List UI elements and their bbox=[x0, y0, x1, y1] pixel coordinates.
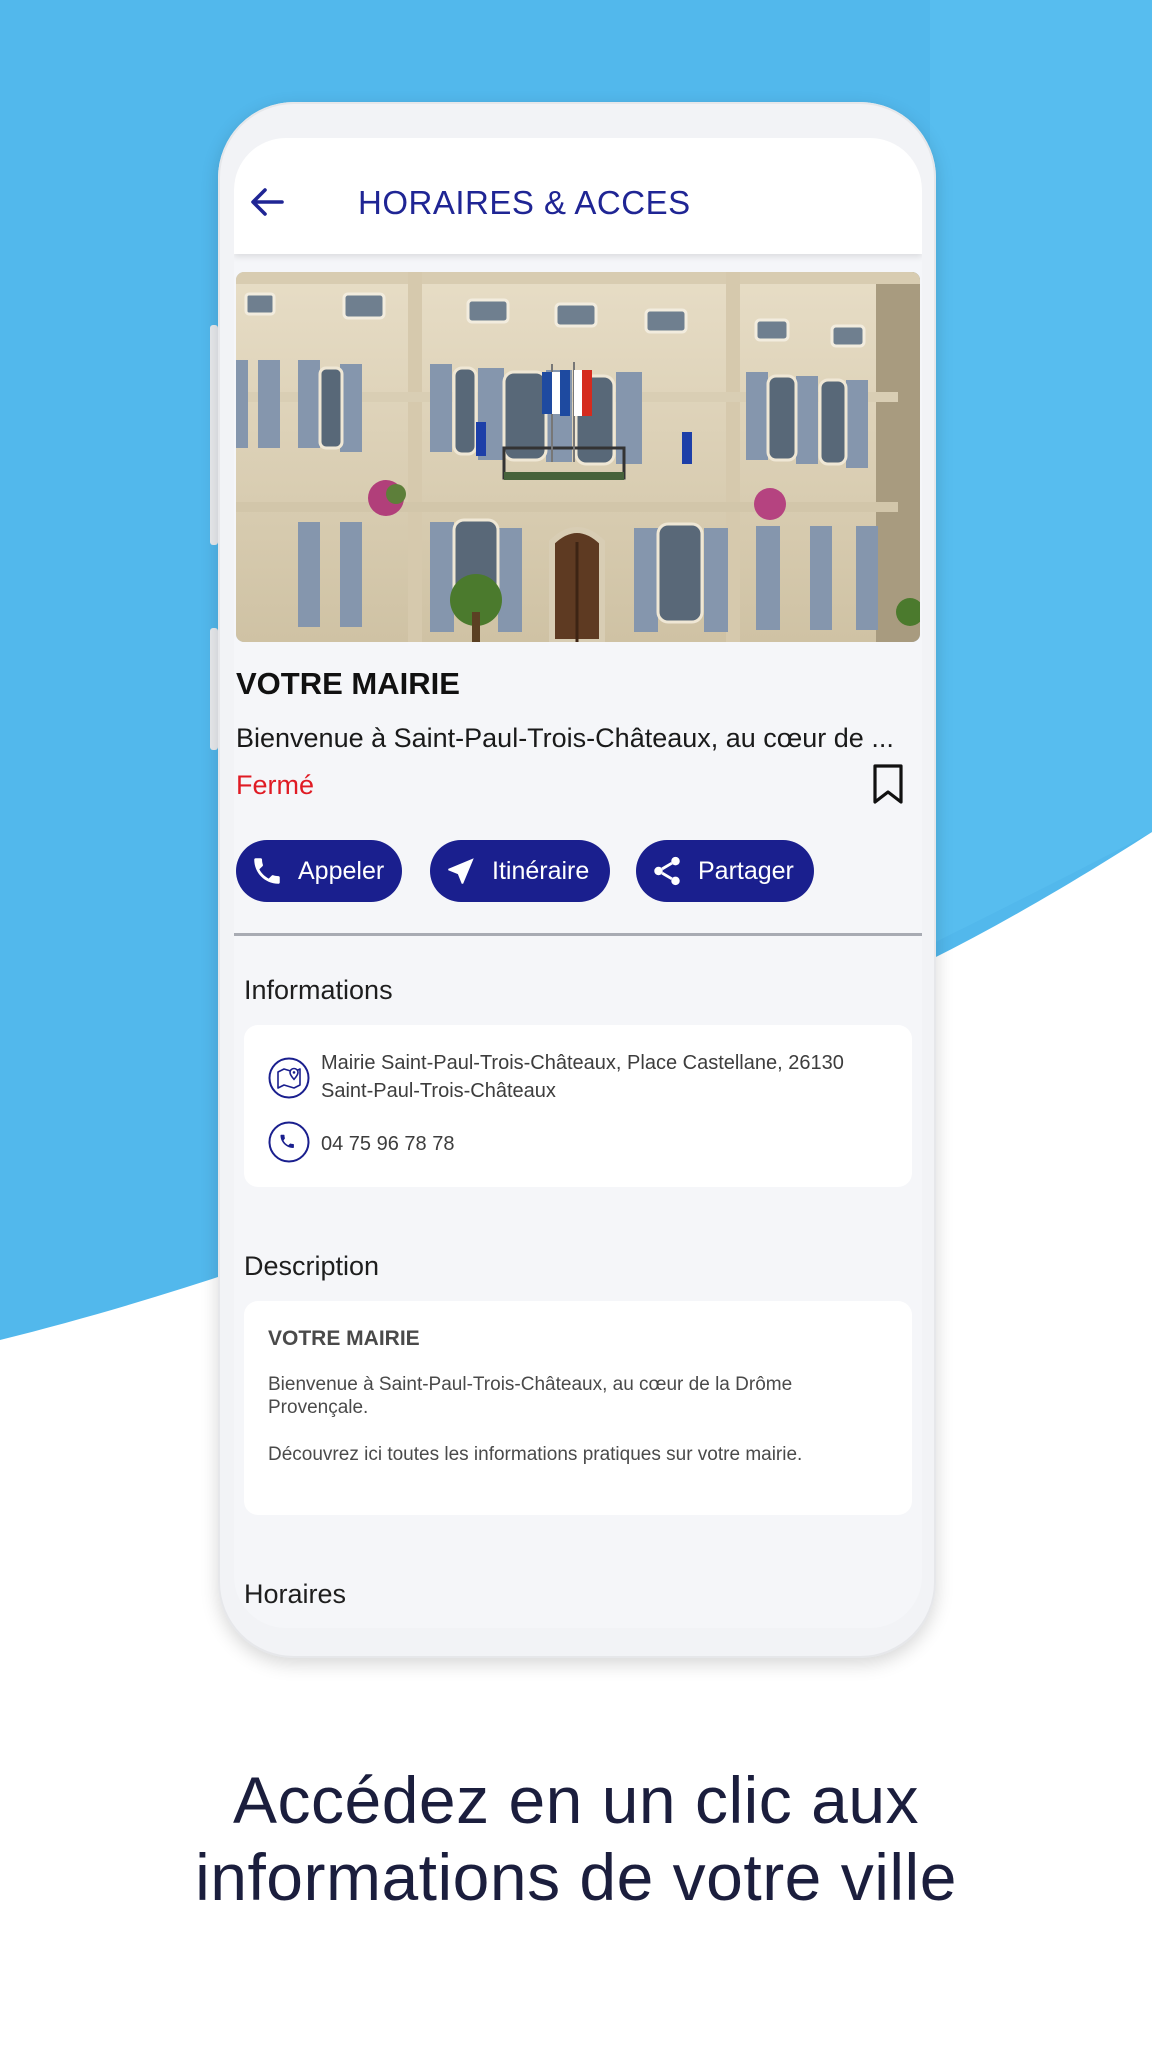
place-photo bbox=[236, 272, 920, 642]
informations-title: Informations bbox=[244, 975, 393, 1005]
tagline-line-1: Accédez en un clic aux bbox=[232, 1763, 920, 1837]
app-screen: HORAIRES & ACCES VOTRE MAIRIE Bienvenue … bbox=[234, 138, 922, 1628]
description-paragraph-1: Bienvenue à Saint-Paul-Trois-Châteaux, a… bbox=[268, 1373, 878, 1419]
phone-number[interactable]: 04 75 96 78 78 bbox=[321, 1130, 454, 1158]
map-pin-icon bbox=[268, 1057, 310, 1099]
description-paragraph-2: Découvrez ici toutes les informations pr… bbox=[268, 1444, 803, 1465]
navigation-icon bbox=[448, 858, 474, 884]
description-heading: VOTRE MAIRIE bbox=[268, 1327, 420, 1350]
phone-side-button-volume bbox=[210, 628, 218, 750]
page-title: HORAIRES & ACCES bbox=[358, 184, 691, 221]
call-button-label: Appeler bbox=[298, 856, 385, 885]
section-divider bbox=[234, 933, 922, 936]
horaires-title: Horaires bbox=[244, 1579, 347, 1609]
description-card: VOTRE MAIRIE Bienvenue à Saint-Paul-Troi… bbox=[244, 1301, 912, 1515]
share-button[interactable]: Partager bbox=[636, 840, 814, 902]
description-paragraph-1-line-2: Provençale. bbox=[268, 1397, 369, 1419]
place-description-preview: Bienvenue à Saint-Paul-Trois-Châteaux, a… bbox=[236, 724, 894, 753]
tagline: Accédez en un clic aux informations de v… bbox=[0, 1762, 1152, 1916]
bookmark-icon[interactable] bbox=[870, 762, 906, 806]
call-button[interactable]: Appeler bbox=[236, 840, 402, 902]
phone-side-button-power bbox=[210, 325, 218, 545]
description-title: Description bbox=[244, 1251, 380, 1281]
place-title: VOTRE MAIRIE bbox=[236, 666, 460, 701]
app-bar: HORAIRES & ACCES bbox=[234, 138, 922, 254]
phone-icon bbox=[268, 1121, 310, 1163]
address-line-1: Mairie Saint-Paul-Trois-Châteaux, Place … bbox=[321, 1052, 844, 1074]
directions-button-label: Itinéraire bbox=[492, 856, 590, 885]
address-text[interactable]: Mairie Saint-Paul-Trois-Châteaux, Place … bbox=[321, 1049, 844, 1105]
opening-status: Fermé bbox=[236, 770, 315, 800]
mairie-building-illustration bbox=[236, 272, 920, 642]
address-line-2: Saint-Paul-Trois-Châteaux bbox=[321, 1080, 556, 1102]
tagline-line-2: informations de votre ville bbox=[195, 1840, 957, 1915]
share-icon bbox=[654, 856, 680, 886]
description-paragraph-1-line-1: Bienvenue à Saint-Paul-Trois-Châteaux, a… bbox=[268, 1374, 793, 1395]
phone-icon bbox=[254, 858, 280, 884]
share-button-label: Partager bbox=[698, 856, 794, 885]
directions-button[interactable]: Itinéraire bbox=[430, 840, 610, 902]
informations-card: Mairie Saint-Paul-Trois-Châteaux, Place … bbox=[244, 1025, 912, 1187]
arrow-left-icon[interactable] bbox=[248, 186, 286, 218]
